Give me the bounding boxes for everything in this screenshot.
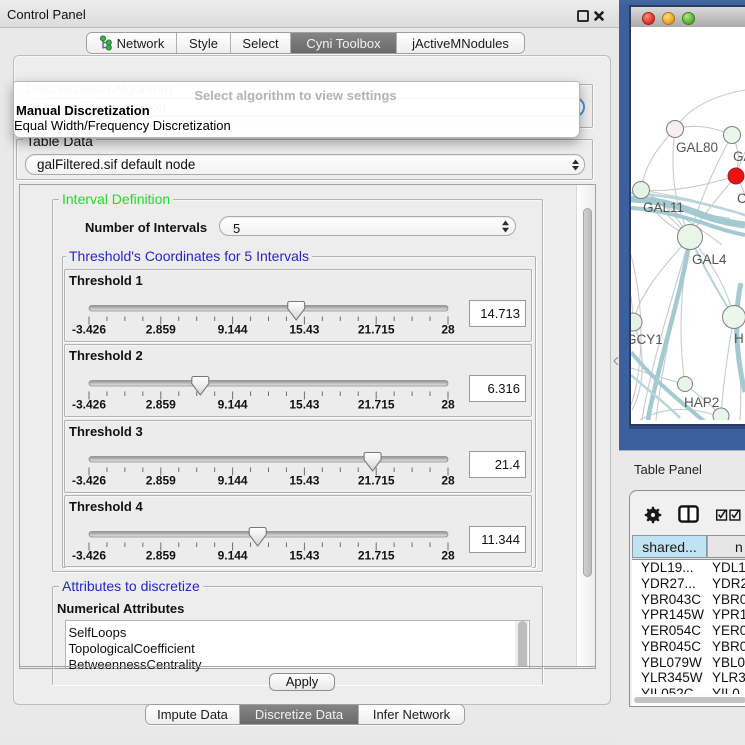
svg-text:15.43: 15.43 <box>289 549 319 563</box>
svg-text:GAL4: GAL4 <box>692 252 727 267</box>
svg-text:15.43: 15.43 <box>289 474 319 488</box>
svg-text:2.859: 2.859 <box>146 323 176 337</box>
svg-text:28: 28 <box>441 474 455 488</box>
svg-text:-3.426: -3.426 <box>72 474 106 488</box>
svg-text:2.859: 2.859 <box>146 474 176 488</box>
svg-text:28: 28 <box>441 323 455 337</box>
svg-text:GAL80: GAL80 <box>676 140 718 155</box>
svg-text:GAL11: GAL11 <box>643 200 684 215</box>
svg-text:9.144: 9.144 <box>218 549 248 563</box>
svg-text:28: 28 <box>441 398 455 412</box>
svg-text:15.43: 15.43 <box>289 398 319 412</box>
svg-text:21.715: 21.715 <box>358 398 395 412</box>
svg-text:-3.426: -3.426 <box>72 549 106 563</box>
svg-text:C: C <box>737 191 745 206</box>
svg-text:28: 28 <box>441 549 455 563</box>
svg-text:2.859: 2.859 <box>146 398 176 412</box>
svg-text:H: H <box>734 331 744 346</box>
svg-text:21.715: 21.715 <box>358 474 395 488</box>
svg-text:21.715: 21.715 <box>358 549 395 563</box>
svg-text:21.715: 21.715 <box>358 323 395 337</box>
svg-text:15.43: 15.43 <box>289 323 319 337</box>
svg-text:HAP2: HAP2 <box>684 395 719 410</box>
svg-text:GCY1: GCY1 <box>631 332 663 347</box>
svg-text:-3.426: -3.426 <box>72 398 106 412</box>
svg-text:2.859: 2.859 <box>146 549 176 563</box>
svg-text:GA: GA <box>733 149 745 164</box>
svg-text:9.144: 9.144 <box>218 323 248 337</box>
svg-text:-3.426: -3.426 <box>72 323 106 337</box>
svg-text:9.144: 9.144 <box>218 474 248 488</box>
svg-text:9.144: 9.144 <box>218 398 248 412</box>
